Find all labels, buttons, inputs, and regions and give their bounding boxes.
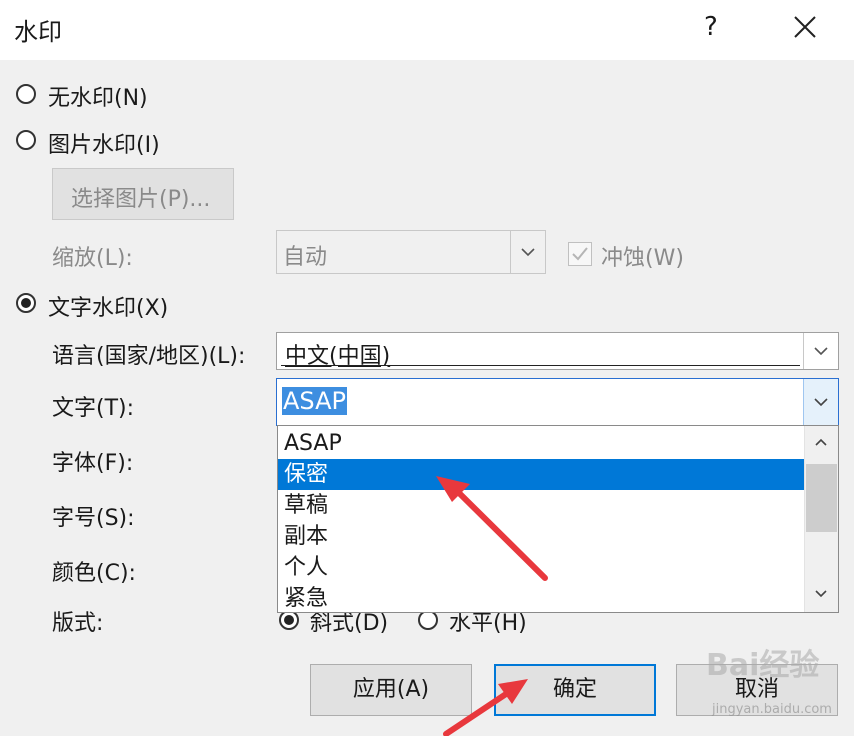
arrow-to-ok-icon [443,679,528,736]
arrow-to-item-icon [436,476,548,581]
annotation-arrows [436,476,548,736]
